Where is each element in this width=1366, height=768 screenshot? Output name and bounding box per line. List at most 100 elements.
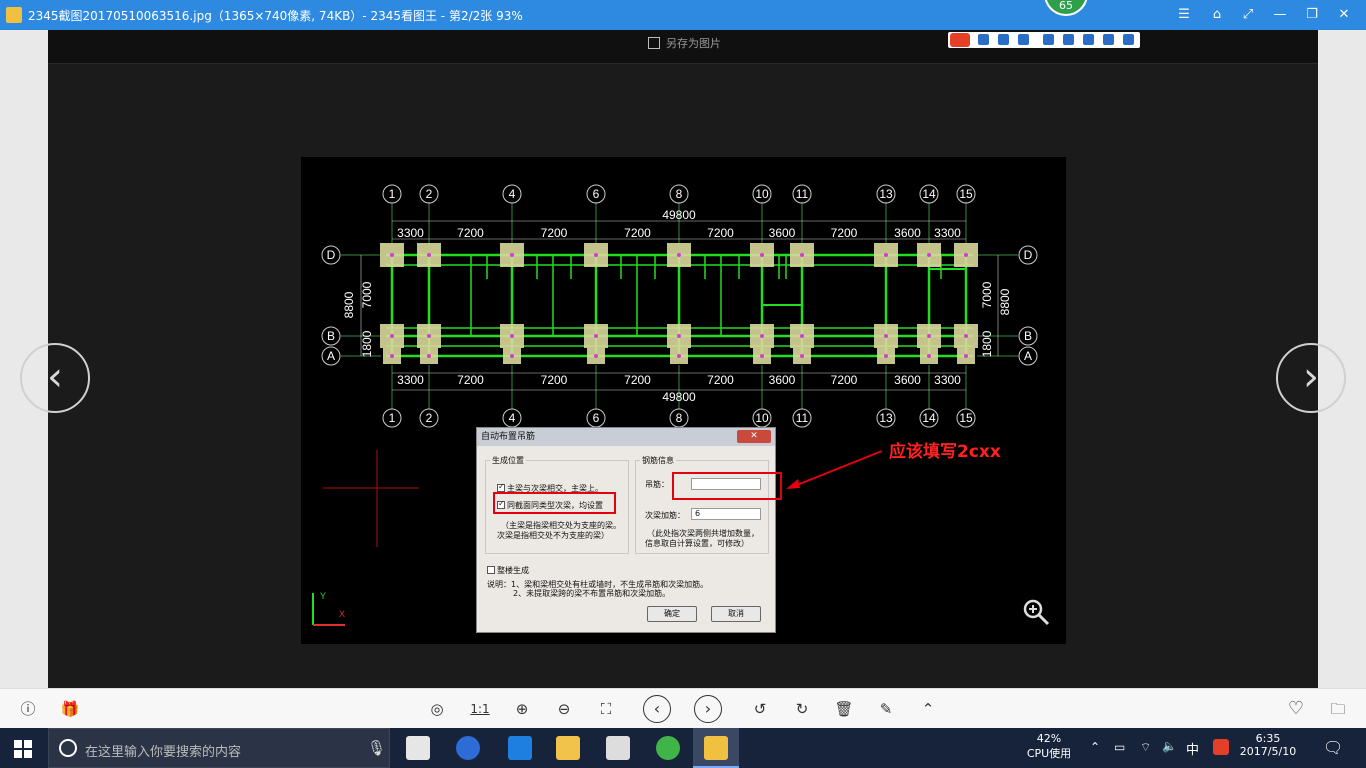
favorite-icon[interactable]: ♡ bbox=[1284, 697, 1308, 721]
zoom-out-button-icon[interactable]: ⊖ bbox=[552, 697, 576, 721]
zoom-in-icon[interactable] bbox=[1022, 598, 1050, 626]
volume-icon[interactable]: 🔈 bbox=[1162, 739, 1177, 753]
ok-button[interactable]: 确定 bbox=[647, 606, 697, 622]
column-center-mark bbox=[510, 334, 514, 338]
hanger-label: 吊筋： bbox=[645, 480, 669, 489]
window-title: 2345截图20170510063516.jpg（1365×740像素, 74K… bbox=[28, 9, 523, 23]
dialog-close-button[interactable]: ✕ bbox=[737, 430, 771, 443]
column-center-mark bbox=[760, 354, 764, 358]
folder-icon[interactable]: 🗀 bbox=[1326, 697, 1350, 721]
axis-label: 6 bbox=[593, 411, 600, 425]
edit-icon[interactable]: ✎ bbox=[874, 697, 898, 721]
highlight-hanger-input bbox=[672, 472, 782, 500]
active-app-tab[interactable] bbox=[693, 728, 739, 768]
previous-image-button[interactable]: ‹ bbox=[20, 343, 90, 413]
prev-button-icon[interactable]: ‹ bbox=[643, 695, 671, 723]
info-icon[interactable]: ⓘ bbox=[16, 697, 40, 721]
dialog-title: 自动布置吊筋 bbox=[477, 428, 775, 446]
column-center-mark bbox=[427, 253, 431, 257]
axis-label: 2 bbox=[426, 187, 433, 201]
column-center-mark bbox=[927, 354, 931, 358]
secondary-rebar-input[interactable]: 6 bbox=[691, 508, 761, 520]
column-center-mark bbox=[800, 253, 804, 257]
skin-icon[interactable]: ⌂ bbox=[1207, 6, 1227, 24]
minimize-button[interactable]: — bbox=[1270, 6, 1290, 24]
microphone-icon[interactable]: 🎙 bbox=[367, 739, 386, 757]
column-center-mark bbox=[594, 334, 598, 338]
ime-icon bbox=[978, 34, 989, 45]
bay-dim-top: 3300 bbox=[934, 226, 961, 240]
column-center-mark bbox=[390, 253, 394, 257]
sogou-tray-icon[interactable] bbox=[1213, 739, 1229, 755]
mouse-mode-icon[interactable]: ◎ bbox=[425, 697, 449, 721]
menu-icon[interactable]: ☰ bbox=[1174, 6, 1194, 24]
axis-label: 4 bbox=[509, 411, 516, 425]
axis-label: 11 bbox=[796, 187, 809, 201]
bay-dim-bottom: 7200 bbox=[541, 373, 568, 387]
score-badge[interactable]: 65 bbox=[1044, 0, 1088, 16]
column-center-mark bbox=[884, 354, 888, 358]
whole-floor-checkbox[interactable] bbox=[487, 566, 495, 574]
rebar-note-2: 信息取自计算设置，可修改） bbox=[645, 539, 749, 548]
windows-start-icon[interactable] bbox=[14, 740, 32, 758]
row-label: D bbox=[1024, 248, 1033, 262]
description-2: 2、未提取梁跨的梁不布置吊筋和次梁加筋。 bbox=[513, 589, 671, 598]
battery-icon[interactable]: ▭ bbox=[1114, 740, 1125, 754]
file-explorer-icon[interactable] bbox=[556, 736, 580, 760]
maximize-button[interactable]: ❐ bbox=[1302, 6, 1322, 24]
mic-icon bbox=[1043, 34, 1054, 45]
image-viewer-app-icon bbox=[704, 736, 728, 760]
row-label: D bbox=[327, 248, 336, 262]
cancel-button[interactable]: 取消 bbox=[711, 606, 761, 622]
chevron-right-icon: › bbox=[1303, 354, 1319, 400]
store-icon[interactable] bbox=[606, 736, 630, 760]
browser-icon[interactable] bbox=[656, 736, 680, 760]
column-center-mark bbox=[510, 354, 514, 358]
save-as-label: 另存为图片 bbox=[666, 37, 721, 50]
column-center-mark bbox=[760, 253, 764, 257]
delete-icon[interactable]: 🗑 bbox=[832, 697, 856, 721]
search-placeholder: 在这里输入你要搜索的内容 bbox=[85, 745, 242, 760]
next-button-icon[interactable]: › bbox=[694, 695, 722, 723]
zoom-in-button-icon[interactable]: ⊕ bbox=[510, 697, 534, 721]
row-label: B bbox=[1024, 329, 1032, 343]
bay-dim-top: 3300 bbox=[397, 226, 424, 240]
more-icon[interactable]: ⌃ bbox=[916, 697, 940, 721]
gift-icon[interactable]: 🎁 bbox=[58, 697, 82, 721]
wifi-icon[interactable]: ⌔ bbox=[1140, 740, 1151, 755]
axis-label: 13 bbox=[879, 411, 893, 425]
edge-icon[interactable] bbox=[508, 736, 532, 760]
show-hidden-icons[interactable]: ⌃ bbox=[1090, 740, 1100, 754]
taskbar-search[interactable]: 在这里输入你要搜索的内容 🎙 bbox=[48, 728, 390, 768]
position-note-2: 次梁是指相交处不为支座的梁） bbox=[497, 531, 609, 540]
close-button[interactable]: ✕ bbox=[1334, 6, 1354, 24]
bay-dim-top: 3600 bbox=[894, 226, 921, 240]
actual-size-button[interactable]: 1:1 bbox=[468, 697, 492, 721]
axis-label: 8 bbox=[676, 187, 683, 201]
fit-screen-icon[interactable]: ⛶ bbox=[594, 697, 618, 721]
checkbox-main-secondary[interactable] bbox=[497, 482, 505, 492]
whole-floor-option[interactable]: 整楼生成 bbox=[487, 565, 529, 576]
browser-360-icon[interactable] bbox=[456, 736, 480, 760]
column-center-mark bbox=[677, 253, 681, 257]
rotate-left-icon[interactable]: ↺ bbox=[748, 697, 772, 721]
bay-dim-bottom: 3300 bbox=[397, 373, 424, 387]
ucs-y-label: Y bbox=[320, 591, 326, 601]
bay-dim-top: 7200 bbox=[541, 226, 568, 240]
fullscreen-icon[interactable]: ⤢ bbox=[1238, 6, 1258, 24]
rotate-right-icon[interactable]: ↻ bbox=[790, 697, 814, 721]
next-image-button[interactable]: › bbox=[1276, 343, 1346, 413]
axis-label: 10 bbox=[755, 411, 769, 425]
clock[interactable]: 6:35 2017/5/10 bbox=[1238, 732, 1298, 758]
column-center-mark bbox=[964, 354, 968, 358]
cpu-usage[interactable]: 42% CPU使用 bbox=[1026, 732, 1072, 761]
column-center-mark bbox=[390, 334, 394, 338]
notification-icon[interactable]: 🗨 bbox=[1323, 738, 1343, 757]
app-icon bbox=[6, 7, 22, 23]
axis-label: 8 bbox=[676, 411, 683, 425]
task-view-icon[interactable] bbox=[406, 736, 430, 760]
bay-dim-bottom: 3300 bbox=[934, 373, 961, 387]
row-label: B bbox=[327, 329, 335, 343]
save-as-image-button[interactable]: 另存为图片 bbox=[648, 35, 721, 51]
ime-indicator[interactable]: 中 bbox=[1186, 739, 1199, 758]
